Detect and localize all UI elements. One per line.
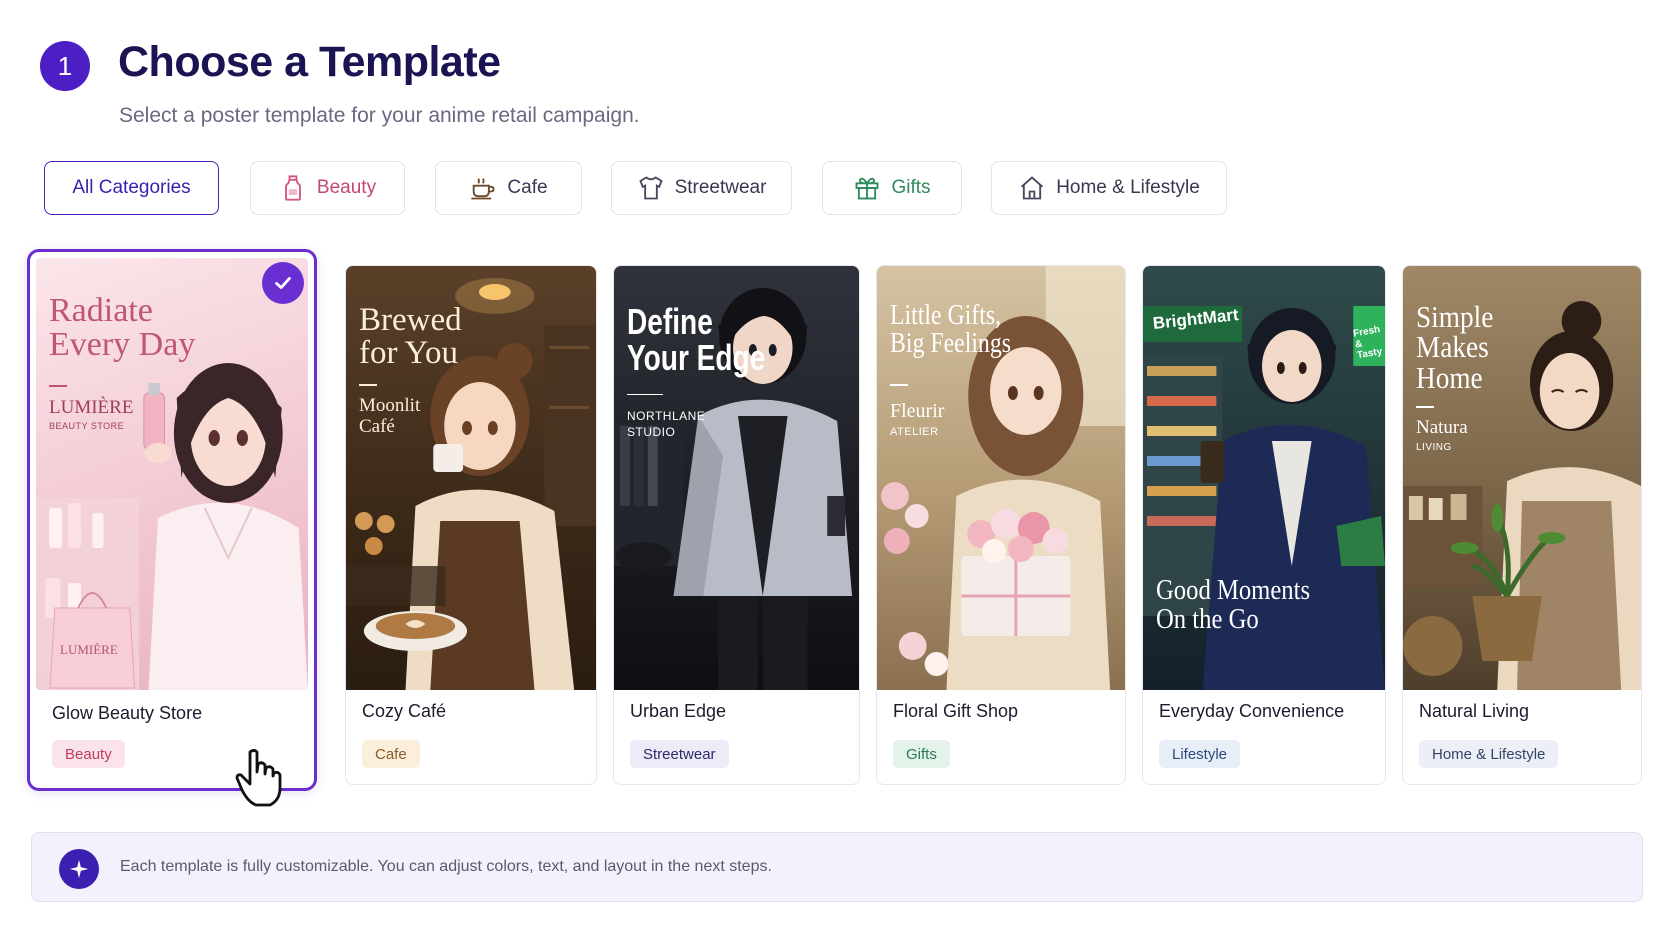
poster-headline: On the Go — [1156, 603, 1259, 635]
coffee-cup-icon — [471, 178, 495, 200]
category-label: All Categories — [72, 177, 191, 198]
template-name: Glow Beauty Store — [52, 703, 203, 723]
template-name: Natural Living — [1419, 701, 1530, 721]
template-name: Floral Gift Shop — [893, 701, 1019, 721]
poster-image: Brewed for You Moonlit Café — [346, 266, 596, 690]
bag-logo-text: LUMIÈRE — [60, 642, 118, 657]
poster-brand: Fleurir — [890, 400, 945, 422]
template-card-everyday-convenience[interactable]: BrightMart Fresh & Tasty Good Moments On… — [1142, 265, 1386, 785]
poster-headline: Your Edge — [627, 337, 766, 378]
category-home-lifestyle[interactable]: Home & Lifestyle — [991, 161, 1227, 215]
poster-image: Little Gifts, Big Feelings Fleurir ATELI… — [877, 266, 1125, 690]
poster-brand: Natura — [1416, 417, 1468, 438]
page-subtitle: Select a poster template for your anime … — [119, 104, 640, 127]
template-card-natural-living[interactable]: Simple Makes Home Natura LIVING Natural … — [1402, 265, 1642, 785]
poster-divider — [890, 384, 908, 386]
poster-brand-sub: NORTHLANE STUDIO — [627, 409, 706, 439]
category-gifts[interactable]: Gifts — [822, 161, 962, 215]
poster-headline: Define — [627, 301, 713, 342]
template-tag: Home & Lifestyle — [1419, 740, 1559, 768]
template-card-cozy-cafe[interactable]: Brewed for You Moonlit Café Cozy Café Ca… — [345, 265, 597, 785]
poster-headline: Brewed — [359, 302, 462, 338]
poster-headline: Big Feelings — [890, 328, 1011, 359]
template-card-floral-gift[interactable]: Little Gifts, Big Feelings Fleurir ATELI… — [876, 265, 1126, 785]
poster-divider — [49, 385, 67, 387]
poster-divider — [359, 384, 377, 386]
category-label: Gifts — [891, 177, 931, 198]
poster-headline: Simple — [1416, 299, 1494, 334]
sparkle-icon — [59, 849, 99, 889]
poster-headline: Makes — [1416, 329, 1489, 365]
template-tag: Beauty — [52, 740, 125, 768]
poster-image: Define Your Edge NORTHLANE STUDIO — [614, 266, 859, 690]
tshirt-icon — [638, 176, 663, 200]
home-icon — [1021, 176, 1044, 200]
template-name: Everyday Convenience — [1159, 701, 1345, 721]
template-name: Urban Edge — [630, 701, 727, 721]
poster-brand: LUMIÈRE — [49, 397, 134, 418]
step-number-badge: 1 — [40, 41, 90, 91]
template-name: Cozy Café — [362, 701, 447, 721]
poster-headline: Every Day — [49, 326, 196, 363]
category-label: Cafe — [507, 177, 548, 198]
category-cafe[interactable]: Cafe — [435, 161, 582, 215]
poster-divider — [627, 394, 663, 395]
poster-headline: for You — [359, 335, 459, 371]
category-label: Streetwear — [674, 177, 767, 198]
poster-brand-sub: BEAUTY STORE — [49, 421, 125, 431]
poster-brand-sub: ATELIER — [890, 426, 939, 438]
category-beauty[interactable]: Beauty — [250, 161, 405, 215]
info-banner: Each template is fully customizable. You… — [31, 832, 1643, 902]
poster-headline: Home — [1416, 359, 1483, 395]
poster-headline: Little Gifts, — [890, 300, 1002, 331]
template-tag: Lifestyle — [1159, 740, 1241, 768]
template-card-urban-edge[interactable]: Define Your Edge NORTHLANE STUDIO Urban … — [613, 265, 860, 785]
poster-image: Radiate Every Day LUMIÈRE BEAUTY STORE L… — [36, 258, 308, 690]
gift-icon — [856, 177, 879, 200]
poster-divider — [1416, 406, 1434, 408]
poster-headline: Radiate — [49, 292, 153, 329]
poster-headline: Good Moments — [1156, 574, 1311, 606]
template-tag: Streetwear — [630, 740, 729, 768]
selected-check-icon — [262, 262, 304, 304]
page-title: Choose a Template — [118, 38, 501, 86]
category-streetwear[interactable]: Streetwear — [611, 161, 792, 215]
category-label: Home & Lifestyle — [1056, 177, 1200, 198]
template-card-glow-beauty[interactable]: Radiate Every Day LUMIÈRE BEAUTY STORE L… — [27, 249, 317, 791]
category-all[interactable]: All Categories — [44, 161, 219, 215]
bottle-icon — [284, 175, 301, 201]
hand-cursor-icon — [235, 749, 282, 807]
info-text: Each template is fully customizable. You… — [120, 858, 772, 875]
poster-image: BrightMart Fresh & Tasty Good Moments On… — [1143, 266, 1385, 690]
store-sign-right: Fresh & Tasty — [1352, 324, 1384, 362]
template-tag: Cafe — [362, 740, 420, 768]
poster-brand: Café — [359, 415, 395, 437]
template-tag: Gifts — [893, 740, 950, 768]
category-label: Beauty — [316, 177, 377, 198]
poster-image: Simple Makes Home Natura LIVING — [1403, 266, 1641, 690]
poster-brand: Moonlit — [359, 395, 421, 416]
poster-brand-sub: LIVING — [1416, 442, 1452, 453]
